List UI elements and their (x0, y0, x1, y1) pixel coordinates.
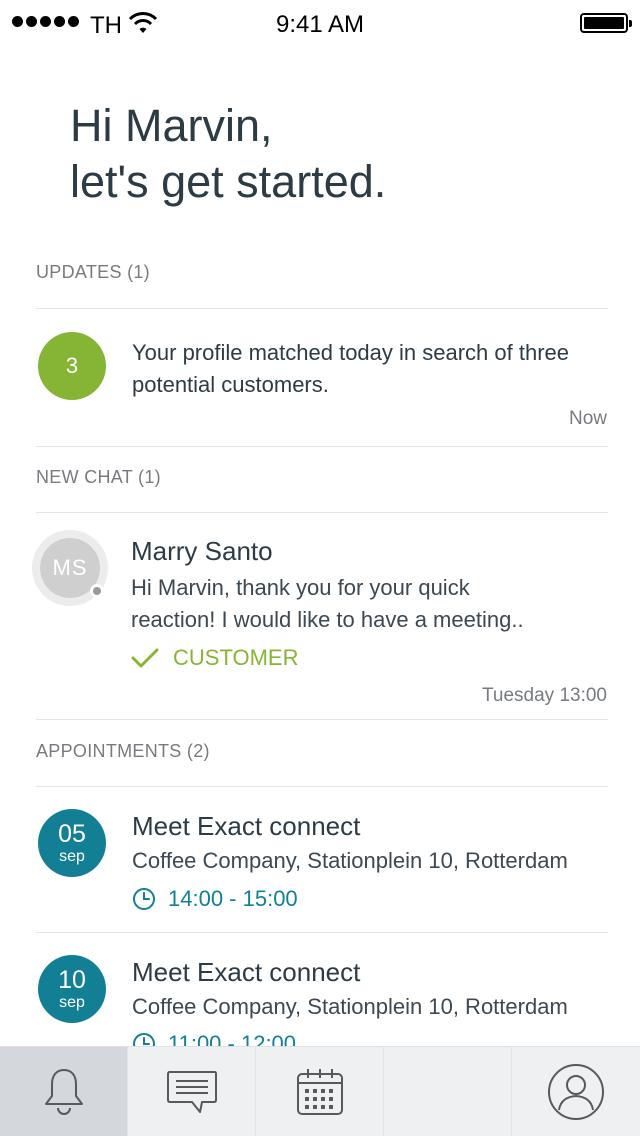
chat-message-line-2: reaction! I would like to have a meeting… (131, 607, 524, 632)
divider (36, 308, 608, 309)
chat-sender-name: Marry Santo (131, 536, 273, 566)
date-badge: 05 sep (38, 809, 106, 877)
customer-tag: CUSTOMER (131, 645, 299, 671)
clock: 9:41 AM (275, 11, 365, 38)
battery-icon (580, 13, 632, 33)
new-chat-section-label: NEW CHAT (1) (36, 467, 161, 487)
appointment-time: 14:00 - 15:00 (132, 886, 298, 912)
divider (36, 446, 608, 447)
date-day: 05 (58, 819, 86, 848)
status-bar: TH 9:41 AM (0, 0, 640, 50)
date-day: 10 (58, 965, 86, 994)
greeting-line-2: let's get started. (70, 156, 387, 207)
chat-message-line-1: Hi Marvin, thank you for your quick (131, 575, 470, 600)
tab-chat[interactable] (128, 1047, 256, 1136)
divider (36, 719, 608, 720)
appointment-location: Coffee Company, Stationplein 10, Rotterd… (132, 994, 568, 1019)
customer-tag-label: CUSTOMER (173, 645, 299, 670)
update-time: Now (568, 408, 607, 429)
updates-section-label: UPDATES (1) (36, 262, 150, 282)
divider (36, 786, 608, 787)
chat-icon (166, 1071, 217, 1113)
update-text: Your profile matched today in search of … (132, 340, 570, 397)
date-month: sep (59, 993, 85, 1011)
tab-calendar[interactable] (256, 1047, 384, 1136)
update-count-badge: 3 (38, 332, 106, 400)
divider (36, 932, 608, 933)
bell-icon (44, 1069, 83, 1115)
tab-empty (384, 1047, 512, 1136)
checkmark-icon (131, 648, 159, 668)
appointment-time-label: 14:00 - 15:00 (168, 886, 298, 911)
greeting-heading: Hi Marvin, let's get started. (70, 98, 386, 210)
date-badge: 10 sep (38, 955, 106, 1023)
appointments-section-label: APPOINTMENTS (2) (36, 741, 210, 761)
appointment-title: Meet Exact connect (132, 811, 361, 841)
tab-profile[interactable] (512, 1047, 640, 1136)
tab-notifications[interactable] (0, 1047, 128, 1136)
appointment-location: Coffee Company, Stationplein 10, Rotterd… (132, 848, 568, 873)
profile-icon (548, 1064, 604, 1120)
greeting-line-1: Hi Marvin, (70, 100, 273, 151)
divider (36, 512, 608, 513)
chat-message-preview: Hi Marvin, thank you for your quick reac… (131, 572, 591, 636)
date-month: sep (59, 847, 85, 865)
tab-bar (0, 1046, 640, 1136)
clock-icon (133, 888, 155, 910)
calendar-icon (296, 1069, 343, 1115)
chat-time: Tuesday 13:00 (482, 685, 607, 706)
appointment-title: Meet Exact connect (132, 957, 361, 987)
presence-dot (90, 584, 104, 598)
